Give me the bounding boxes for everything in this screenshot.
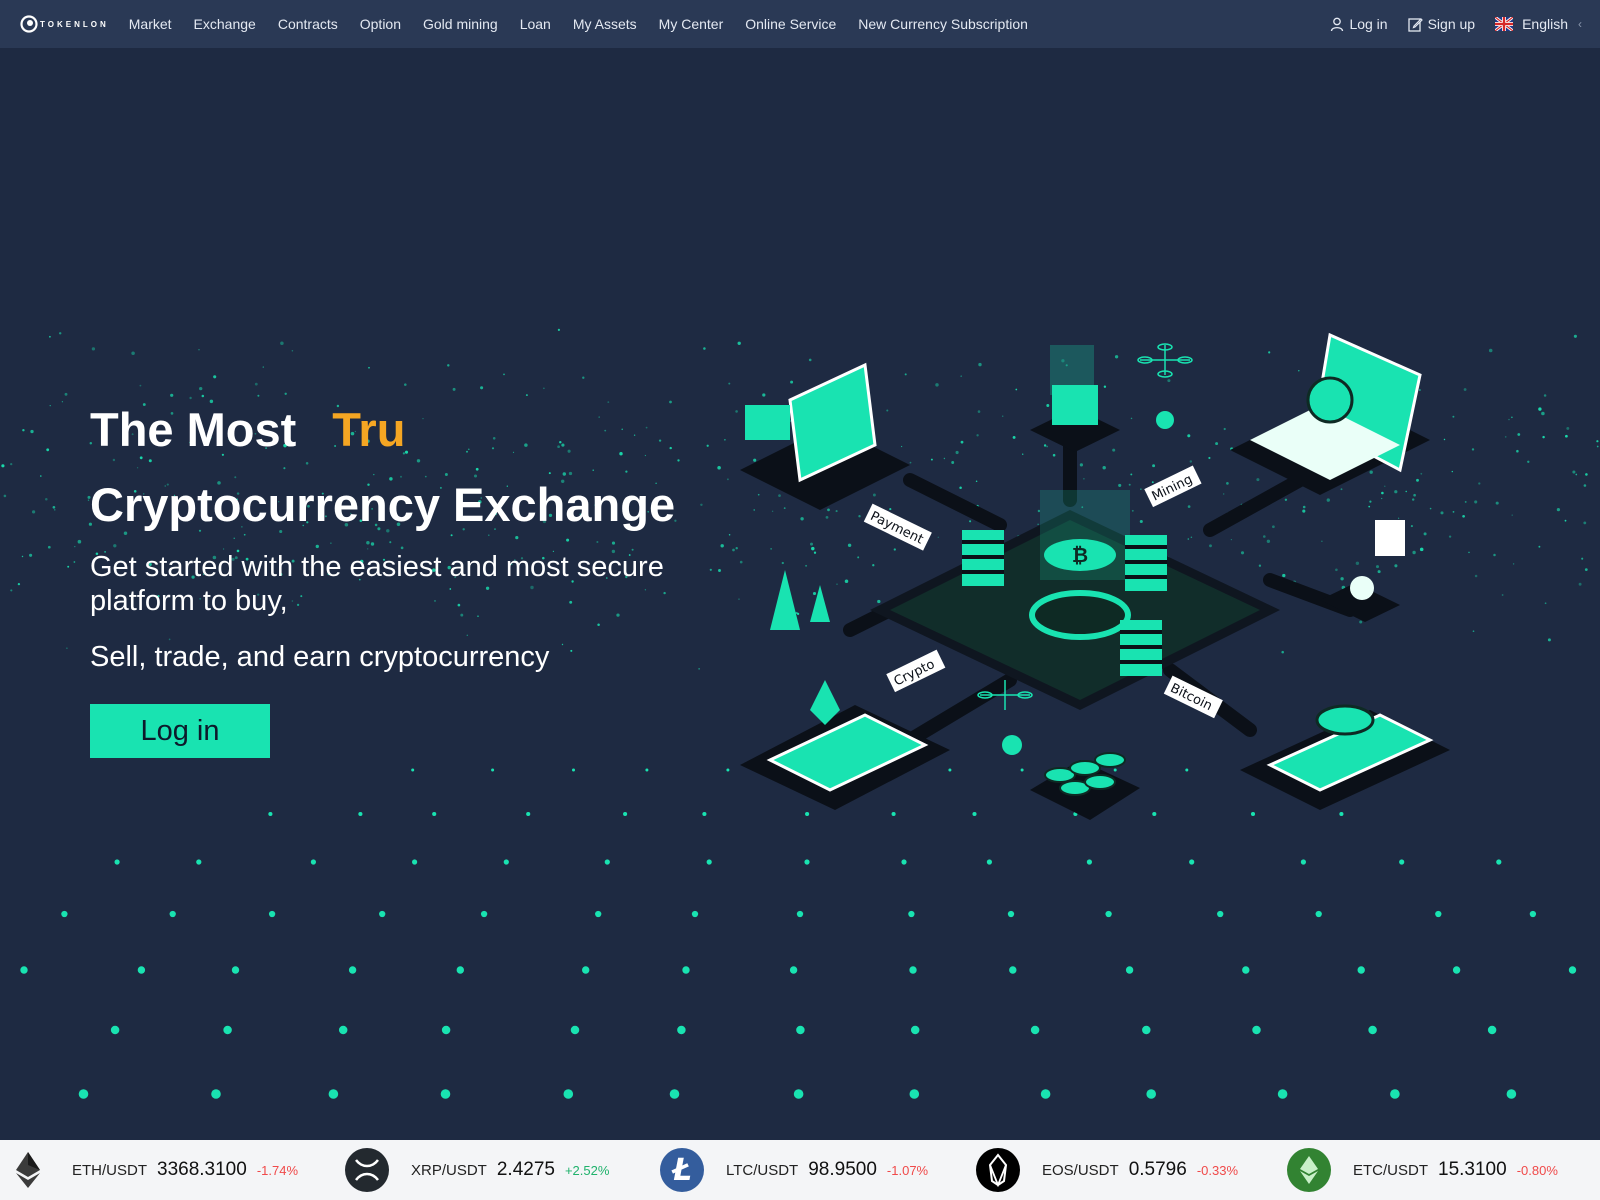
ticker-item[interactable]: XRP/USDT 2.4275 +2.52% (345, 1140, 609, 1200)
nav-loan[interactable]: Loan (520, 16, 551, 32)
ticker-price: 0.5796 (1128, 1159, 1187, 1180)
ticker-pair: EOS/USDT (1042, 1161, 1119, 1179)
ticker-pair: LTC/USDT (726, 1161, 799, 1179)
drone-bottom-icon (977, 680, 1033, 710)
ticker-change: -0.80% (1516, 1162, 1558, 1178)
chevron-left-icon: ‹ (1578, 17, 1582, 31)
crypto-isometric-illustration: ₿ Payment Mining Crypto Bitcoin (740, 332, 1450, 820)
logo-icon (20, 15, 38, 33)
ticker-item[interactable]: ETH/USDT 3368.3100 -1.74% (6, 1140, 298, 1200)
user-icon (1331, 17, 1344, 31)
phone-bitcoin-coin (1315, 704, 1375, 736)
ticker-item[interactable]: Ł LTC/USDT 98.9500 -1.07% (660, 1140, 928, 1200)
language-label: English (1522, 16, 1568, 32)
nav-my-center[interactable]: My Center (659, 16, 724, 32)
nav-gold-mining[interactable]: Gold mining (423, 16, 498, 32)
nav-market[interactable]: Market (129, 16, 172, 32)
ticker-price: 3368.3100 (157, 1159, 247, 1180)
hero-subtitle-1: Get started with the easiest and most se… (90, 551, 664, 617)
nav-option[interactable]: Option (360, 16, 401, 32)
laptop-bitcoin-coin (1306, 376, 1354, 424)
hero-title-accent: Tru (332, 403, 406, 456)
litecoin-icon: Ł (660, 1148, 704, 1192)
ticker-pair: XRP/USDT (411, 1161, 487, 1179)
hero-subtitle-2: Sell, trade, and earn cryptocurrency (90, 641, 550, 673)
login-link-label: Log in (1349, 16, 1388, 32)
ticker-change: +2.52% (564, 1162, 610, 1178)
ticker-change: -1.07% (886, 1162, 929, 1178)
ticker-change: -1.74% (256, 1162, 299, 1178)
central-ring (1029, 590, 1131, 640)
eos-icon (976, 1148, 1020, 1192)
uk-flag-icon (1495, 17, 1514, 31)
ticker-item[interactable]: EOS/USDT 0.5796 -0.33% (976, 1140, 1238, 1200)
edit-icon (1407, 17, 1423, 32)
ticker-price: 98.9500 (808, 1159, 877, 1180)
nav-online-service[interactable]: Online Service (745, 16, 836, 32)
xrp-icon (345, 1148, 389, 1192)
main-menu: Market Exchange Contracts Option Gold mi… (129, 16, 1050, 32)
hero-title-line2: Cryptocurrency Exchange (90, 478, 676, 531)
nav-my-assets[interactable]: My Assets (573, 16, 637, 32)
ticker-pair: ETH/USDT (72, 1161, 147, 1179)
ticker-pair: ETC/USDT (1353, 1161, 1428, 1179)
ticker-item[interactable]: ETC/USDT 15.3100 -0.80% (1287, 1140, 1558, 1200)
nav-account: Log in Sign up English ‹ (1310, 0, 1582, 48)
floating-coin-icon (1156, 411, 1174, 429)
ethereum-icon (6, 1148, 50, 1192)
logo-text: TOKENLON (40, 19, 109, 29)
hero-title-line1: The Most Tru (90, 402, 405, 457)
coin-stack (1052, 385, 1098, 425)
ticker-change: -0.33% (1196, 1162, 1239, 1178)
floating-coin-bottom-icon (1002, 735, 1022, 755)
tree-right-icon (810, 585, 830, 622)
nav-exchange[interactable]: Exchange (194, 16, 256, 32)
signup-link[interactable]: Sign up (1407, 16, 1476, 32)
document-card-icon (1375, 520, 1405, 556)
brand-logo[interactable]: TOKENLON (20, 0, 109, 48)
ethereum-classic-icon (1287, 1148, 1331, 1192)
login-link[interactable]: Log in (1330, 16, 1388, 32)
nav-contracts[interactable]: Contracts (278, 16, 338, 32)
drone-icon (1137, 343, 1193, 378)
hero-login-button[interactable]: Log in (90, 704, 270, 758)
price-ticker: ETH/USDT 3368.3100 -1.74% XRP/USDT 2.427… (0, 1140, 1600, 1200)
top-navigation: TOKENLON Market Exchange Contracts Optio… (0, 0, 1600, 48)
bitcoin-symbol-icon: ₿ (1072, 543, 1088, 567)
hand-coin-icon (1350, 576, 1374, 600)
hero-title-text: The Most (90, 403, 297, 456)
ticker-price: 2.4275 (496, 1159, 555, 1180)
ticker-price: 15.3100 (1438, 1159, 1507, 1180)
tree-left-icon (770, 570, 800, 630)
signup-link-label: Sign up (1427, 16, 1476, 32)
gpu-cards (745, 405, 790, 440)
language-selector[interactable]: English ‹ (1495, 16, 1582, 32)
nav-new-currency-subscription[interactable]: New Currency Subscription (858, 16, 1028, 32)
